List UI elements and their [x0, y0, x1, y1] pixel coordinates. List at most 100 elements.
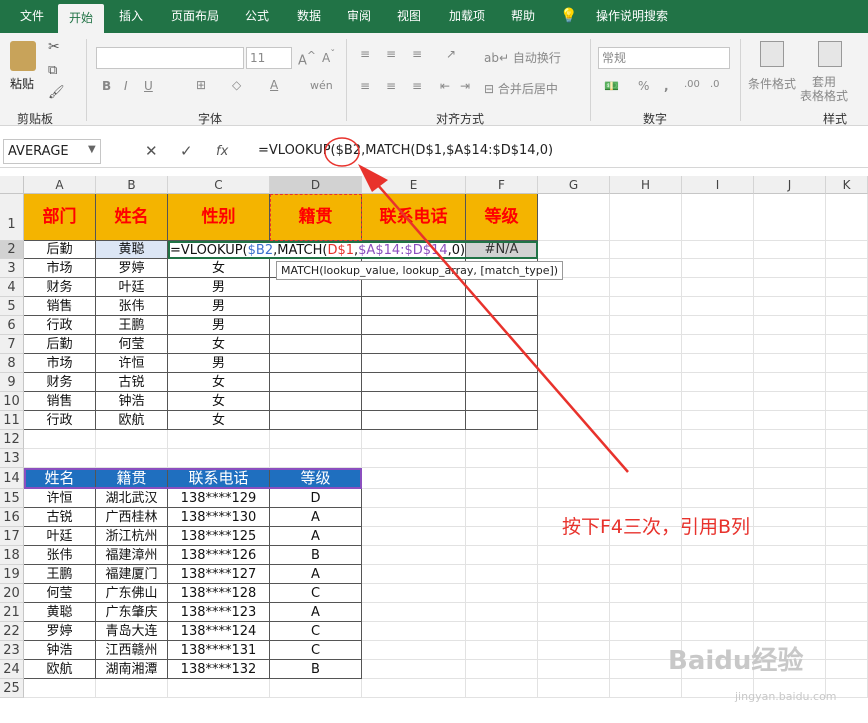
tab-insert[interactable]: 插入 — [110, 0, 152, 33]
tell-me-search[interactable]: 操作说明搜索 — [582, 0, 682, 33]
empty-cell[interactable] — [754, 468, 826, 489]
empty-cell[interactable] — [168, 449, 270, 468]
table1-cell[interactable] — [270, 373, 362, 392]
enter-icon[interactable]: ✓ — [180, 142, 193, 160]
table1-cell[interactable] — [466, 278, 538, 297]
empty-cell[interactable] — [610, 468, 682, 489]
empty-cell[interactable] — [538, 316, 610, 335]
table2-cell[interactable]: 138****130 — [168, 508, 270, 527]
empty-cell[interactable] — [610, 489, 682, 508]
empty-cell[interactable] — [682, 278, 754, 297]
empty-cell[interactable] — [826, 278, 868, 297]
empty-cell[interactable] — [826, 392, 868, 411]
tab-formulas[interactable]: 公式 — [236, 0, 278, 33]
table1-cell[interactable]: 张伟 — [96, 297, 168, 316]
paste-button[interactable]: 粘贴 — [10, 75, 34, 92]
empty-cell[interactable] — [754, 546, 826, 565]
empty-cell[interactable] — [682, 392, 754, 411]
column-header-J[interactable]: J — [754, 176, 826, 194]
empty-cell[interactable] — [466, 449, 538, 468]
empty-cell[interactable] — [362, 565, 466, 584]
table1-cell[interactable] — [270, 316, 362, 335]
phonetic-icon[interactable]: wén — [310, 79, 333, 92]
table2-cell[interactable]: C — [270, 641, 362, 660]
table1-cell[interactable] — [362, 335, 466, 354]
tab-data[interactable]: 数据 — [288, 0, 330, 33]
table1-cell[interactable]: 许恒 — [96, 354, 168, 373]
table2-cell[interactable]: 浙江杭州 — [96, 527, 168, 546]
table2-cell[interactable]: 广东佛山 — [96, 584, 168, 603]
empty-cell[interactable] — [610, 335, 682, 354]
empty-cell[interactable] — [362, 584, 466, 603]
bold-icon[interactable]: B — [102, 79, 111, 93]
empty-cell[interactable] — [466, 641, 538, 660]
table1-header-cell[interactable]: 部门 — [24, 194, 96, 241]
table1-cell[interactable] — [362, 354, 466, 373]
table2-cell[interactable]: 罗婷 — [24, 622, 96, 641]
empty-cell[interactable] — [466, 622, 538, 641]
empty-cell[interactable] — [538, 392, 610, 411]
table2-cell[interactable]: A — [270, 603, 362, 622]
format-painter-icon[interactable]: 🖌 — [48, 85, 65, 100]
decrease-decimal-icon[interactable]: .0 — [710, 79, 720, 90]
table1-cell[interactable] — [362, 373, 466, 392]
table2-cell[interactable]: 钟浩 — [24, 641, 96, 660]
table2-cell[interactable]: 湖南湘潭 — [96, 660, 168, 679]
table2-cell[interactable]: 138****126 — [168, 546, 270, 565]
row-header-1[interactable]: 1 — [0, 194, 24, 241]
table2-cell[interactable]: 欧航 — [24, 660, 96, 679]
empty-cell[interactable] — [826, 489, 868, 508]
empty-cell[interactable] — [826, 449, 868, 468]
empty-cell[interactable] — [754, 354, 826, 373]
empty-cell[interactable] — [826, 565, 868, 584]
empty-cell[interactable] — [270, 679, 362, 698]
empty-cell[interactable] — [826, 584, 868, 603]
tab-home[interactable]: 开始 — [58, 4, 104, 33]
empty-cell[interactable] — [826, 259, 868, 278]
empty-cell[interactable] — [826, 430, 868, 449]
empty-cell[interactable] — [826, 354, 868, 373]
table1-cell[interactable] — [270, 411, 362, 430]
empty-cell[interactable] — [466, 584, 538, 603]
table1-cell[interactable] — [466, 392, 538, 411]
empty-cell[interactable] — [538, 468, 610, 489]
table2-cell[interactable]: 王鹏 — [24, 565, 96, 584]
empty-cell[interactable] — [682, 297, 754, 316]
align-top-icon[interactable]: ≡ — [360, 47, 370, 61]
empty-cell[interactable] — [538, 354, 610, 373]
formula-input[interactable]: =VLOOKUP($B2,MATCH(D$1,$A$14:$D$14,0) — [258, 143, 553, 158]
empty-cell[interactable] — [538, 430, 610, 449]
table1-cell[interactable]: 王鹏 — [96, 316, 168, 335]
empty-cell[interactable] — [754, 527, 826, 546]
table1-header-cell[interactable]: 联系电话 — [362, 194, 466, 241]
table1-header-cell[interactable]: 等级 — [466, 194, 538, 241]
fill-color-icon[interactable]: ◇ — [232, 78, 241, 92]
table2-cell[interactable]: 138****127 — [168, 565, 270, 584]
empty-cell[interactable] — [538, 603, 610, 622]
table1-cell[interactable] — [270, 392, 362, 411]
empty-cell[interactable] — [754, 584, 826, 603]
empty-cell[interactable] — [610, 430, 682, 449]
table2-cell[interactable]: 138****123 — [168, 603, 270, 622]
table1-cell[interactable]: 女 — [168, 411, 270, 430]
empty-cell[interactable] — [538, 546, 610, 565]
table1-cell[interactable]: 财务 — [24, 373, 96, 392]
table2-header-cell[interactable]: 籍贯 — [96, 468, 168, 489]
paste-icon[interactable] — [10, 41, 36, 71]
empty-cell[interactable] — [466, 603, 538, 622]
table2-cell[interactable]: C — [270, 622, 362, 641]
underline-icon[interactable]: U — [144, 79, 153, 93]
table1-cell[interactable]: 行政 — [24, 316, 96, 335]
table1-cell[interactable]: 罗婷 — [96, 259, 168, 278]
empty-cell[interactable] — [466, 565, 538, 584]
row-header-15[interactable]: 15 — [0, 489, 24, 508]
row-header-4[interactable]: 4 — [0, 278, 24, 297]
empty-cell[interactable] — [826, 316, 868, 335]
align-center-icon[interactable]: ≡ — [386, 79, 396, 93]
number-format-combo[interactable]: 常规 — [598, 47, 730, 69]
empty-cell[interactable] — [610, 565, 682, 584]
empty-cell[interactable] — [270, 449, 362, 468]
table2-cell[interactable]: 古锐 — [24, 508, 96, 527]
empty-cell[interactable] — [362, 468, 466, 489]
table2-cell[interactable]: 138****128 — [168, 584, 270, 603]
